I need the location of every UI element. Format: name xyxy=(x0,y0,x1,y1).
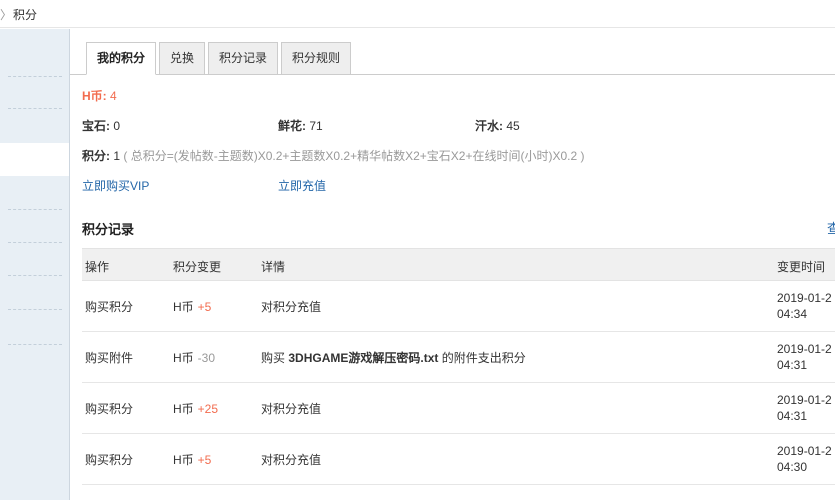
tab-points-log[interactable]: 积分记录 xyxy=(208,42,278,75)
view-more-link[interactable]: 查 xyxy=(827,218,835,237)
sweat-stat: 汗水: 45 xyxy=(475,117,520,134)
sidebar-divider xyxy=(8,344,62,345)
row-clock: 04:31 xyxy=(777,409,808,423)
row-change-amount: +25 xyxy=(197,402,219,416)
row-change: H币 +25 xyxy=(173,400,218,417)
breadcrumb: 〉 积分 xyxy=(0,0,835,28)
row-detail: 对积分充值 xyxy=(261,400,321,417)
tab-points-rules[interactable]: 积分规则 xyxy=(281,42,351,75)
total-score: 积分: 1 ( 总积分=(发帖数-主题数)X0.2+主题数X0.2+精华帖数X2… xyxy=(82,147,584,164)
score-label: 积分: xyxy=(82,149,110,163)
main-content: 我的积分 兑换 积分记录 积分规则 H币: 4 宝石: 0 鲜花: 71 汗水:… xyxy=(70,29,835,500)
sidebar-divider xyxy=(8,242,62,243)
gem-stat: 宝石: 0 xyxy=(82,117,120,134)
row-date: 2019-01-2 xyxy=(777,393,832,407)
breadcrumb-current[interactable]: 积分 xyxy=(13,6,37,23)
score-formula: ( 总积分=(发帖数-主题数)X0.2+主题数X0.2+精华帖数X2+宝石X2+… xyxy=(123,149,585,163)
row-change: H币 -30 xyxy=(173,349,215,366)
row-action: 购买积分 xyxy=(85,402,134,416)
row-detail-text: 对积分充值 xyxy=(261,402,322,416)
table-row: 购买积分 H币 +5 对积分充值 2019-01-2 04:34 xyxy=(82,281,835,332)
attachment-filename[interactable]: 3DHGAME游戏解压密码.txt xyxy=(288,351,438,365)
gem-value: 0 xyxy=(113,119,121,133)
row-currency: H币 xyxy=(173,402,194,416)
score-value: 1 xyxy=(113,149,121,163)
row-detail-suffix: 的附件支出积分 xyxy=(441,351,526,365)
hcoin-label: H币: xyxy=(82,89,107,103)
row-date: 2019-01-2 xyxy=(777,291,832,305)
row-clock: 04:30 xyxy=(777,460,808,474)
row-currency: H币 xyxy=(173,300,194,314)
row-detail-text: 对积分充值 xyxy=(261,453,322,467)
sidebar-menu-bottom xyxy=(0,176,69,500)
sidebar-divider xyxy=(8,275,62,276)
row-date: 2019-01-2 xyxy=(777,444,832,458)
flower-label: 鲜花: xyxy=(278,119,306,133)
row-detail-prefix: 购买 xyxy=(261,351,286,365)
row-change: H币 +5 xyxy=(173,451,211,468)
table-row: 购买积分 H币 +5 对积分充值 2019-01-2 04:30 xyxy=(82,434,835,485)
sidebar-menu-top xyxy=(0,29,69,143)
row-action: 购买附件 xyxy=(85,351,134,365)
row-detail: 购买 3DHGAME游戏解压密码.txt 的附件支出积分 xyxy=(261,349,526,366)
sweat-value: 45 xyxy=(506,119,520,133)
row-time: 2019-01-2 04:30 xyxy=(777,443,835,475)
row-clock: 04:31 xyxy=(777,358,808,372)
column-header-action: 操作 xyxy=(85,260,110,274)
row-change-amount: -30 xyxy=(197,351,216,365)
row-date: 2019-01-2 xyxy=(777,342,832,356)
row-action: 购买积分 xyxy=(85,453,134,467)
table-header: 操作 积分变更 详情 变更时间 xyxy=(82,248,835,281)
tab-my-points[interactable]: 我的积分 xyxy=(86,42,156,75)
row-change-amount: +5 xyxy=(197,453,212,467)
hcoin-balance: H币: 4 xyxy=(82,87,117,104)
sweat-label: 汗水: xyxy=(475,119,503,133)
sidebar-divider xyxy=(8,108,62,109)
row-detail: 对积分充值 xyxy=(261,451,321,468)
gem-label: 宝石: xyxy=(82,119,110,133)
sidebar-divider xyxy=(8,76,62,77)
hcoin-value: 4 xyxy=(110,89,117,103)
sidebar-divider xyxy=(8,309,62,310)
column-header-detail: 详情 xyxy=(261,260,286,274)
row-clock: 04:34 xyxy=(777,307,808,321)
table-row: 购买积分 H币 +25 对积分充值 2019-01-2 04:31 xyxy=(82,383,835,434)
sidebar xyxy=(0,29,70,500)
recharge-link[interactable]: 立即充值 xyxy=(278,177,326,194)
sidebar-divider xyxy=(8,209,62,210)
row-detail: 对积分充值 xyxy=(261,298,321,315)
row-currency: H币 xyxy=(173,453,194,467)
tab-exchange[interactable]: 兑换 xyxy=(159,42,205,75)
row-currency: H币 xyxy=(173,351,194,365)
column-header-change: 积分变更 xyxy=(173,260,222,274)
flower-value: 71 xyxy=(309,119,323,133)
column-header-time: 变更时间 xyxy=(777,260,826,274)
table-row: 购买附件 H币 -30 购买 3DHGAME游戏解压密码.txt 的附件支出积分 … xyxy=(82,332,835,383)
row-detail-text: 对积分充值 xyxy=(261,300,322,314)
flower-stat: 鲜花: 71 xyxy=(278,117,323,134)
row-change: H币 +5 xyxy=(173,298,211,315)
breadcrumb-separator-icon: 〉 xyxy=(0,8,13,22)
row-time: 2019-01-2 04:34 xyxy=(777,290,835,322)
row-time: 2019-01-2 04:31 xyxy=(777,392,835,424)
row-change-amount: +5 xyxy=(197,300,212,314)
row-time: 2019-01-2 04:31 xyxy=(777,341,835,373)
buy-vip-link[interactable]: 立即购买VIP xyxy=(82,177,149,194)
row-action: 购买积分 xyxy=(85,300,134,314)
records-title: 积分记录 xyxy=(82,222,135,237)
tab-bar: 我的积分 兑换 积分记录 积分规则 xyxy=(70,42,835,75)
